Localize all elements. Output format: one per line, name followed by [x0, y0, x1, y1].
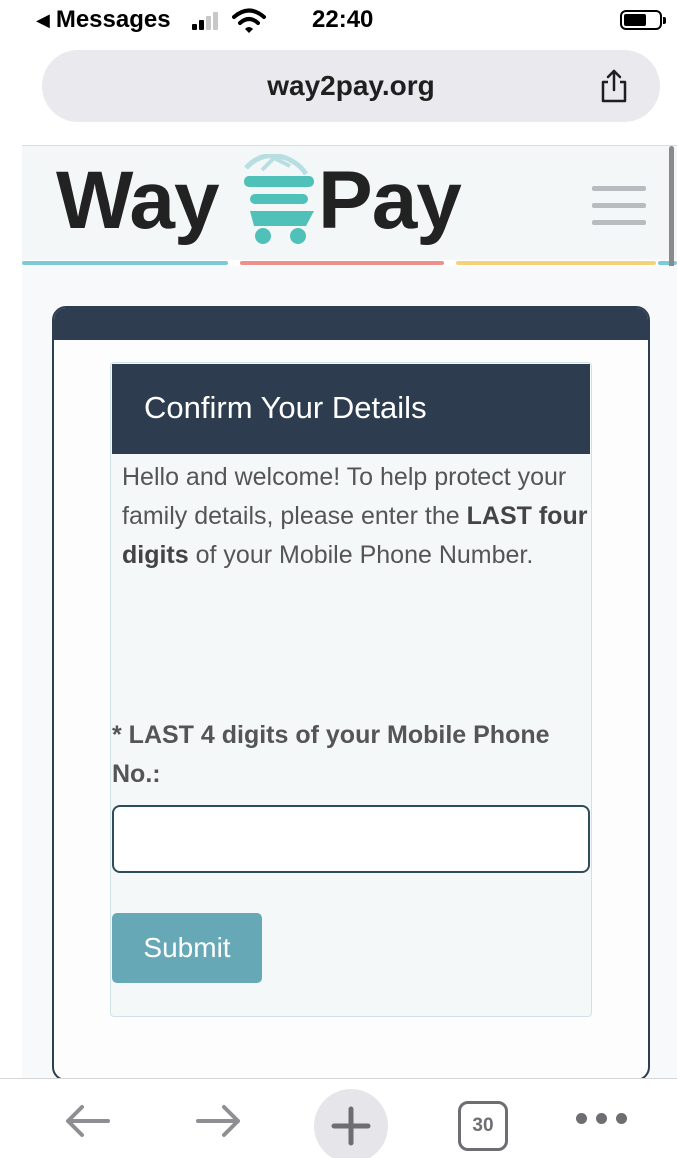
logo-text-way: Way [56, 155, 220, 246]
submit-button[interactable]: Submit [112, 913, 262, 983]
address-bar[interactable]: way2pay.org [42, 50, 660, 122]
clock-time: 22:40 [312, 6, 374, 33]
logo-text-pay: Pay [318, 155, 462, 246]
status-bar: ◀ Messages 22:40 [0, 0, 677, 42]
phone-digits-input[interactable] [112, 805, 590, 873]
new-tab-button[interactable] [314, 1089, 388, 1158]
intro-paragraph: Hello and welcome! To help protect your … [122, 458, 602, 575]
hamburger-menu-icon[interactable] [592, 186, 646, 226]
tab-count-button[interactable]: 30 [458, 1101, 508, 1151]
plus-icon [331, 1106, 371, 1146]
back-to-app-link[interactable]: ◀ Messages [36, 6, 171, 34]
back-arrow-icon[interactable] [62, 1101, 112, 1141]
back-triangle-icon: ◀ [36, 9, 50, 30]
browser-toolbar: 30 [0, 1078, 677, 1158]
intro-text-end: of your Mobile Phone Number. [188, 541, 534, 569]
phone-digits-label: * LAST 4 digits of your Mobile Phone No.… [112, 721, 550, 788]
wifi-icon [232, 8, 266, 33]
share-icon[interactable] [596, 68, 632, 104]
phone-screen: ◀ Messages 22:40 way2pay.org Way Pay Con… [0, 0, 677, 1158]
forward-arrow-icon[interactable] [194, 1101, 244, 1141]
back-app-label: Messages [55, 6, 171, 33]
site-header: Way Pay [22, 145, 677, 260]
shopping-cart-icon [244, 154, 314, 244]
site-logo[interactable]: Way Pay [56, 154, 476, 249]
url-text: way2pay.org [267, 70, 435, 101]
battery-icon [620, 10, 666, 30]
form-title: Confirm Your Details [144, 390, 427, 425]
outer-card-header [54, 308, 648, 340]
cellular-signal-icon [192, 12, 226, 30]
form-card-header: Confirm Your Details [112, 364, 590, 454]
more-dots-icon[interactable] [576, 1103, 630, 1133]
